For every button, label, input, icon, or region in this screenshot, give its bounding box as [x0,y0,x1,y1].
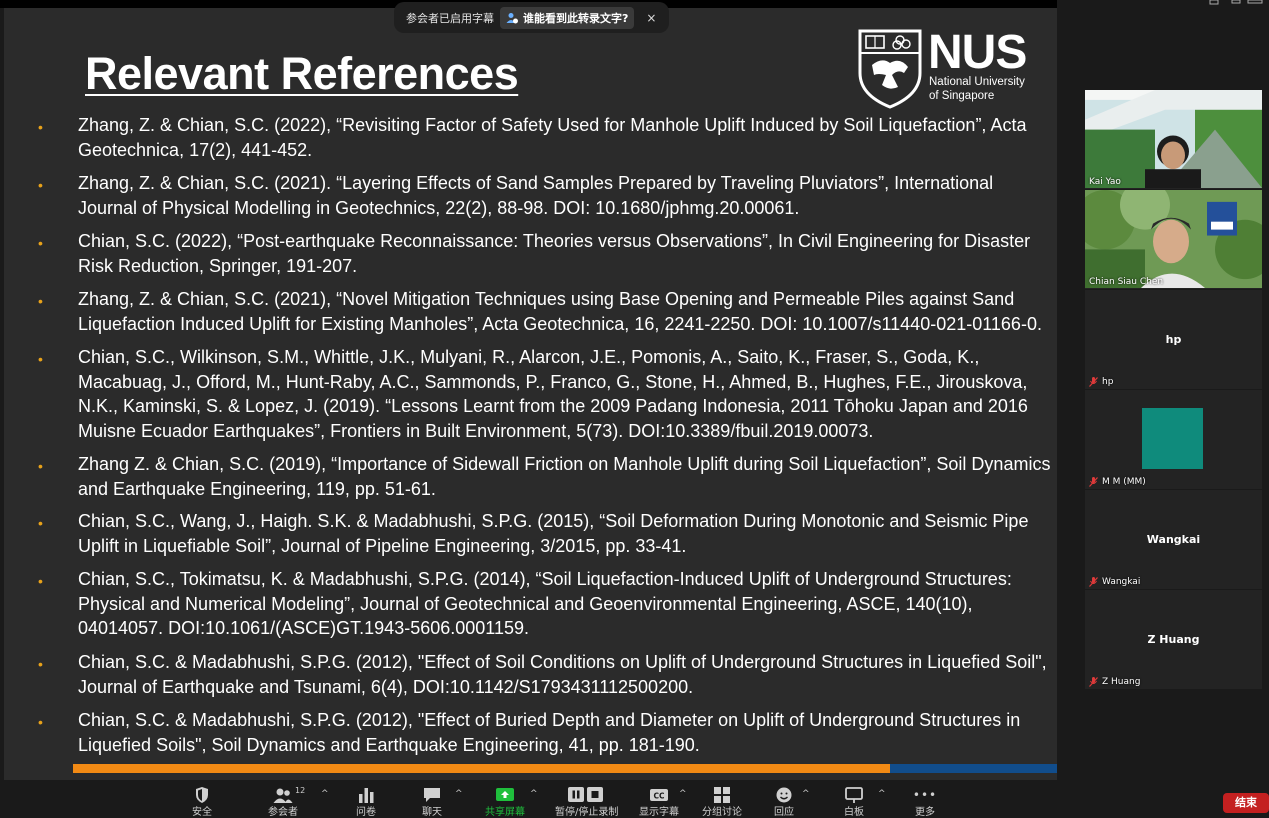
who-can-see-transcript-label: 谁能看到此转录文字? [523,11,629,25]
grid-icon [714,787,730,803]
reference-item: • Zhang, Z. & Chian, S.C. (2021). “Layer… [38,173,994,218]
nus-wordmark: NUS [928,26,1027,79]
reference-item: • Chian, S.C. (2022), “Post-earthquake R… [38,231,1031,276]
participant-name: Wangkai [1089,577,1140,587]
pause-stop-icon [568,787,603,802]
bullet: • [38,119,43,135]
reference-item: • Zhang, Z. & Chian, S.C. (2021), “Novel… [38,289,1042,334]
participant-display-name: Z Huang [1147,633,1200,646]
captions-caret-icon[interactable]: ^ [679,789,687,799]
who-can-see-transcript-button[interactable]: 谁能看到此转录文字? [500,6,635,29]
bullet: • [38,293,43,309]
reactions-caret-icon[interactable]: ^ [802,789,810,799]
window-controls [1209,0,1263,5]
participant-tile-hp[interactable]: hp hp [1085,290,1262,389]
avatar [1142,408,1203,469]
nus-subtitle: National University of Singapore [929,75,1049,103]
reference-item: • Chian, S.C. & Madabhushi, S.P.G. (2012… [38,652,1047,697]
participants-count: 12 [295,786,306,795]
participant-tile-kai-yao[interactable]: Kai Yao [1085,90,1262,189]
participant-tile-mm[interactable]: M M (MM) [1085,390,1262,489]
bar-chart-icon [359,788,374,803]
muted-mic-icon [1089,677,1098,687]
participant-name: hp [1089,377,1113,387]
slide-progress-bar [73,764,1057,773]
participants-caret-icon[interactable]: ^ [321,789,329,799]
nus-subtitle-line1: National University [929,76,1025,88]
chat-caret-icon[interactable]: ^ [455,789,463,799]
nus-logo: NUS National University of Singapore [858,26,1040,111]
more-button[interactable]: ••• 更多 [895,786,955,818]
share-caret-icon[interactable]: ^ [530,789,538,799]
closed-captions-icon: CC [650,789,668,801]
reference-item: • Chian, S.C., Wang, J., Haigh. S.K. & M… [38,511,1029,556]
reference-item: • Chian, S.C., Tokimatsu, K. & Madabhush… [38,569,1012,638]
whiteboard-button[interactable]: ^ 白板 [824,786,886,818]
cc-badge: CC [653,792,665,801]
share-screen-button[interactable]: ^ 共享屏幕 [475,786,538,818]
chat-button[interactable]: ^ 聊天 [402,786,463,818]
whiteboard-caret-icon[interactable]: ^ [878,789,886,799]
security-button[interactable]: 安全 [172,786,232,818]
participant-display-name: Wangkai [1146,533,1201,546]
participant-name: Chian Siau Chen [1089,277,1164,287]
nus-crest-icon [858,29,922,109]
reactions-button[interactable]: ^ 回应 [754,786,814,818]
bullet: • [38,656,43,672]
participant-name: Z Huang [1089,677,1140,687]
participants-button[interactable]: 12 ^ 参会者 [253,786,329,818]
reference-item: • Chian, S.C. & Madabhushi, S.P.G. (2012… [38,710,1021,755]
end-meeting-button[interactable]: 结束 [1223,793,1269,813]
caption-notice: 参会者已启用字幕 谁能看到此转录文字? × [394,2,669,33]
nus-subtitle-line2: of Singapore [929,90,995,102]
shared-slide: Relevant References NUS National Univers… [4,8,1057,780]
participant-name: M M (MM) [1089,477,1146,487]
muted-mic-icon [1089,477,1098,487]
participants-icon [273,788,293,803]
polls-button[interactable]: 问卷 [336,786,396,818]
breakout-rooms-button[interactable]: 分组讨论 [692,786,752,818]
captions-button[interactable]: CC ^ 显示字幕 [629,786,689,818]
video-feed [1085,190,1262,288]
participant-tile-chian-siau-chen[interactable]: Chian Siau Chen [1085,190,1262,289]
bullet: • [38,714,43,730]
chat-bubble-icon [424,788,440,802]
reference-item: • Chian, S.C., Wilkinson, S.M., Whittle,… [38,347,1028,441]
whiteboard-icon [845,787,863,803]
slide-progress-fill [73,764,890,773]
meeting-toolbar: 安全 12 ^ 参会者 问卷 ^ 聊天 ^ 共享屏幕 暂停/停止录制 CC ^ … [0,780,1269,818]
share-screen-icon [496,788,514,801]
close-icon[interactable]: × [646,11,656,25]
reference-item: • Zhang Z. & Chian, S.C. (2019), “Import… [38,454,1051,499]
bullet: • [38,351,43,367]
more-icon: ••• [912,788,938,802]
muted-mic-icon [1089,377,1098,387]
caption-notice-text: 参会者已启用字幕 [406,11,494,25]
reference-item: • Zhang, Z. & Chian, S.C. (2022), “Revis… [38,115,1027,160]
shield-icon [196,787,208,803]
person-info-icon [506,12,518,23]
record-button[interactable]: 暂停/停止录制 [555,786,618,818]
muted-mic-icon [1089,577,1098,587]
emoji-icon [776,787,792,803]
bullet: • [38,515,43,531]
bullet: • [38,177,43,193]
participant-tile-wangkai[interactable]: Wangkai Wangkai [1085,490,1262,589]
video-feed [1085,90,1262,188]
bullet: • [38,235,43,251]
bullet: • [38,458,43,474]
participant-display-name: hp [1165,333,1182,346]
slide-title: Relevant References [85,48,519,99]
bullet: • [38,573,43,589]
participant-tile-z-huang[interactable]: Z Huang Z Huang [1085,590,1262,689]
participant-name: Kai Yao [1089,177,1121,187]
